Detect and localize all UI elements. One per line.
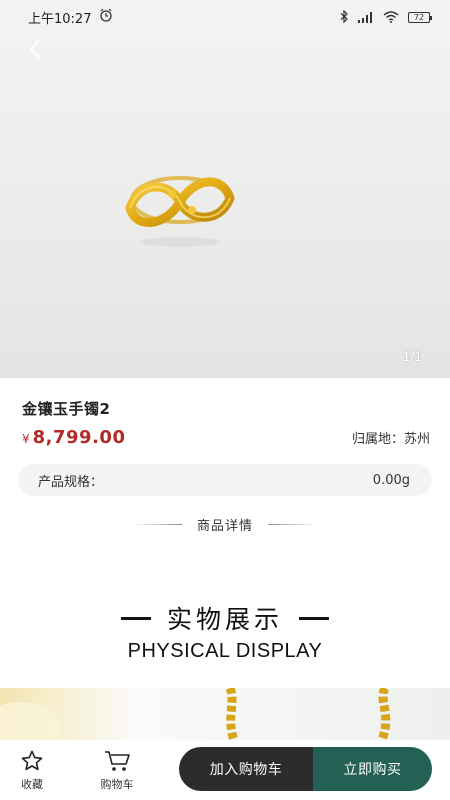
cart-button[interactable]: 购物车 xyxy=(87,749,147,792)
chevron-left-icon xyxy=(29,39,40,59)
status-bar: 上午10:27 72 xyxy=(0,0,450,34)
product-origin: 归属地：苏州 xyxy=(351,432,430,447)
physical-display-heading: 实物展示 xyxy=(0,600,450,636)
add-to-cart-button[interactable]: 加入购物车 xyxy=(179,747,313,791)
spec-row[interactable]: 产品规格： 0.00g xyxy=(18,464,432,496)
display-heading-cn: 实物展示 xyxy=(166,605,283,634)
price-row: ¥ 8,799.00 归属地：苏州 xyxy=(22,427,430,448)
spec-value: 0.00g xyxy=(372,472,410,488)
divider-line-right xyxy=(267,523,318,525)
image-counter: 1/1 xyxy=(402,350,422,364)
wifi-icon xyxy=(383,8,399,27)
bottom-action-bar: 收藏 购物车 加入购物车 立即购买 xyxy=(0,740,450,800)
product-photo-ring xyxy=(125,176,235,247)
display-heading-en: PHYSICAL DISPLAY xyxy=(127,640,323,662)
heading-dash-left xyxy=(120,616,151,620)
status-time: 上午10:27 xyxy=(28,11,92,27)
detail-section-header: 商品详情 xyxy=(132,514,318,534)
battery-indicator: 72 xyxy=(408,11,432,23)
heading-dash-right xyxy=(299,616,329,620)
favorite-label: 收藏 xyxy=(21,777,43,791)
detail-section-title: 商品详情 xyxy=(196,518,253,534)
alarm-icon xyxy=(99,8,113,26)
signal-icon xyxy=(358,8,374,27)
divider-line-left xyxy=(132,523,182,525)
spec-label: 产品规格： xyxy=(38,474,104,490)
product-price: ¥ 8,799.00 xyxy=(22,427,125,448)
currency-symbol: ¥ xyxy=(22,432,30,446)
buy-now-button[interactable]: 立即购买 xyxy=(313,747,432,791)
cart-icon xyxy=(105,750,130,771)
bluetooth-icon xyxy=(340,8,349,27)
product-title: 金镶玉手镯2 xyxy=(22,400,111,418)
purchase-actions: 加入购物车 立即购买 xyxy=(179,747,432,791)
detail-photo xyxy=(0,688,450,740)
favorite-button[interactable]: 收藏 xyxy=(2,749,62,792)
product-image-gallery[interactable]: 1/1 xyxy=(0,0,450,378)
back-button[interactable] xyxy=(20,34,50,64)
price-amount: 8,799.00 xyxy=(32,427,126,448)
cart-label: 购物车 xyxy=(100,777,134,791)
star-icon xyxy=(21,750,43,770)
